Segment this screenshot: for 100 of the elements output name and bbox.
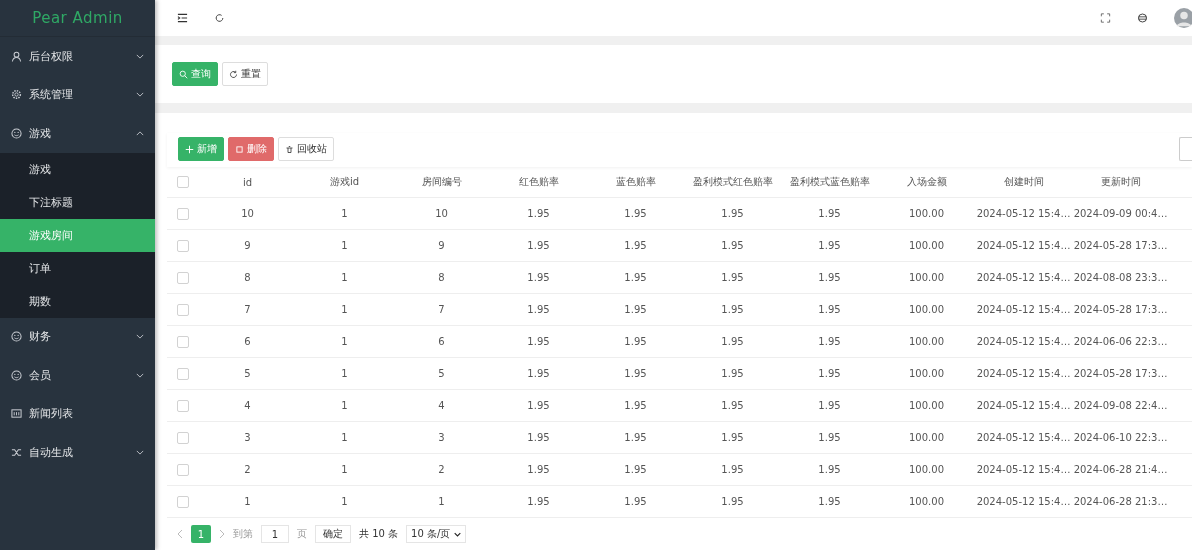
table-cell-text: 1.95 xyxy=(623,272,648,283)
row-checkbox[interactable] xyxy=(177,271,189,284)
table-cell-text: 1.95 xyxy=(720,432,745,443)
page-size-select[interactable]: 10 条/页 xyxy=(406,525,467,543)
column-header: 房间编号 xyxy=(420,175,463,189)
total-count: 共 10 条 xyxy=(359,527,399,541)
menu-item[interactable]: 游戏 xyxy=(0,114,155,153)
table-cell: 2024-06-28 21:4… xyxy=(1072,464,1169,475)
search-icon xyxy=(179,69,188,79)
table-cell-text: 1.95 xyxy=(623,432,648,443)
menu-icon[interactable] xyxy=(177,13,188,23)
submenu-item[interactable]: 期数 xyxy=(0,284,155,318)
table-cell-text: 1 xyxy=(340,272,349,283)
page-input[interactable]: 1 xyxy=(261,525,289,543)
menu-item[interactable]: 后台权限 xyxy=(0,37,155,76)
table-cell-text: 1.95 xyxy=(623,400,648,411)
row-checkbox[interactable] xyxy=(177,431,189,444)
row-checkbox[interactable] xyxy=(177,303,189,316)
prev-page-icon[interactable] xyxy=(177,529,183,539)
row-checkbox[interactable] xyxy=(177,367,189,380)
fullscreen-icon[interactable] xyxy=(1100,13,1111,23)
table-cell-text: 1.95 xyxy=(720,464,745,475)
search-button[interactable]: 重置 xyxy=(222,62,268,86)
table-cell-text: 1.95 xyxy=(623,496,648,507)
row-checkbox[interactable] xyxy=(177,207,189,220)
table-cell-text: 1.95 xyxy=(526,240,551,251)
table-cell-text: 1 xyxy=(340,496,349,507)
row-checkbox[interactable] xyxy=(177,495,189,508)
table-cell-text: 100.00 xyxy=(908,240,945,251)
table-cell-text: 100.00 xyxy=(908,272,945,283)
table-cell-text: 6 xyxy=(437,336,446,347)
menu-item[interactable]: 财务 xyxy=(0,317,155,356)
chevron-icon xyxy=(136,130,144,136)
page-unit-label: 页 xyxy=(297,527,307,541)
table-cell-text: 100.00 xyxy=(908,336,945,347)
table-cell-text: 8 xyxy=(243,272,252,283)
smile-icon xyxy=(11,127,22,139)
table-cell-text: 1.95 xyxy=(817,240,842,251)
table-cell-text: 5 xyxy=(437,368,446,379)
news-icon xyxy=(11,408,22,420)
row-checkbox[interactable] xyxy=(177,463,189,476)
table-cell-text: 1.95 xyxy=(720,304,745,315)
column-header: 红色赔率 xyxy=(517,175,560,189)
table-cell-text: 1.95 xyxy=(720,400,745,411)
table-cell-text: 1.95 xyxy=(526,400,551,411)
table-cell-text: 3 xyxy=(243,432,252,443)
shuffle-icon xyxy=(11,446,22,458)
menu-item[interactable]: 会员 xyxy=(0,356,155,395)
refresh-icon xyxy=(229,69,238,79)
table-cell-text: 4 xyxy=(437,400,446,411)
menu-item[interactable]: 系统管理 xyxy=(0,75,155,114)
table-cell: 2024-09-09 00:4… xyxy=(1072,208,1169,219)
table-cell-text: 1.95 xyxy=(526,304,551,315)
row-checkbox[interactable] xyxy=(177,239,189,252)
table-cell-text: 1.95 xyxy=(526,368,551,379)
table-cell-text: 1.95 xyxy=(526,208,551,219)
table-cell: 2024-06-28 21:3… xyxy=(1072,496,1169,507)
table-cell-text: 1.95 xyxy=(623,304,648,315)
chevron-icon xyxy=(136,334,144,340)
submenu-item[interactable]: 游戏 xyxy=(0,152,155,186)
column-header: 创建时间 xyxy=(1002,175,1045,189)
table-cell-text: 100.00 xyxy=(908,208,945,219)
select-all-checkbox[interactable] xyxy=(177,176,189,188)
table-cell-text: 100.00 xyxy=(908,496,945,507)
table-cell-text: 4 xyxy=(243,400,252,411)
table-cell-text: 3 xyxy=(437,432,446,443)
smile-icon xyxy=(11,369,22,381)
table-cell-text: 1.95 xyxy=(623,368,648,379)
table-cell-text: 2 xyxy=(437,464,446,475)
submenu-item[interactable]: 订单 xyxy=(0,251,155,285)
table-cell-text: 7 xyxy=(437,304,446,315)
table-cell: 2024-06-10 22:3… xyxy=(1072,432,1169,443)
table-cell-text: 1.95 xyxy=(623,240,648,251)
submenu-item[interactable]: 下注标题 xyxy=(0,185,155,219)
toolbar-button[interactable]: 回收站 xyxy=(278,137,334,161)
confirm-button[interactable]: 确定 xyxy=(315,525,351,543)
trash-icon xyxy=(285,144,294,154)
row-checkbox[interactable] xyxy=(177,335,189,348)
columns-button[interactable] xyxy=(1179,137,1192,161)
table-cell-text: 1.95 xyxy=(817,400,842,411)
row-checkbox[interactable] xyxy=(177,399,189,412)
table-cell-text: 1.95 xyxy=(720,368,745,379)
globe-icon[interactable] xyxy=(1137,13,1148,23)
chevron-icon xyxy=(136,372,144,378)
table-cell-text: 1.95 xyxy=(817,496,842,507)
table-cell: 2024-05-12 15:4… xyxy=(975,272,1072,283)
next-page-icon[interactable] xyxy=(219,529,225,539)
table-cell-text: 1.95 xyxy=(817,208,842,219)
table-cell-text: 8 xyxy=(437,272,446,283)
refresh-icon[interactable] xyxy=(214,13,225,23)
table-cell-text: 10 xyxy=(240,208,255,219)
table-cell: 2024-08-08 23:3… xyxy=(1072,272,1169,283)
avatar[interactable] xyxy=(1174,8,1192,28)
column-header: 盈利模式红色赔率 xyxy=(691,175,774,189)
table-cell: 2024-05-12 15:4… xyxy=(975,496,1072,507)
table-cell-text: 1 xyxy=(340,464,349,475)
menu-item[interactable]: 自动生成 xyxy=(0,433,155,472)
menu-item[interactable]: 新闻列表 xyxy=(0,394,155,433)
table-cell-text: 1.95 xyxy=(526,464,551,475)
table-cell-text: 1 xyxy=(340,432,349,443)
